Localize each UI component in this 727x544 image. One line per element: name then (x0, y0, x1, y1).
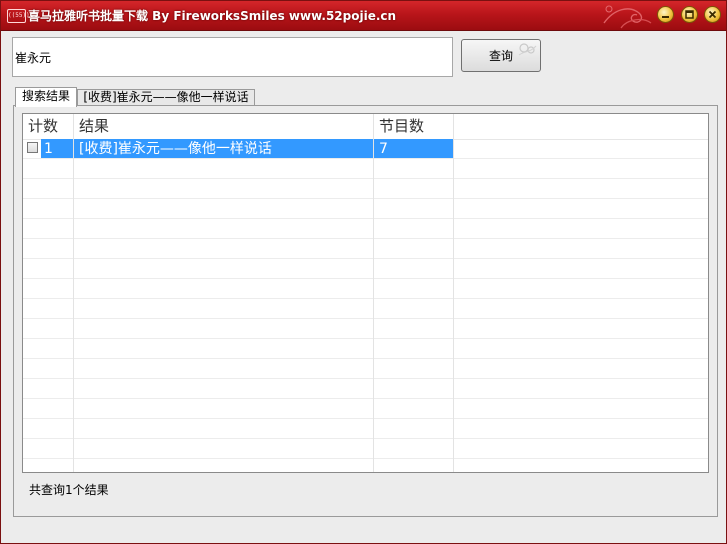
window-title: 喜马拉雅听书批量下载 By FireworksSmiles www.52poji… (28, 9, 397, 23)
close-button[interactable] (704, 6, 721, 23)
result-cell: [收费]崔永元——像他一样说话 (74, 139, 374, 159)
title-bar[interactable]: ((55)) 喜马拉雅听书批量下载 By FireworksSmiles www… (1, 1, 726, 31)
row-count: 1 (41, 139, 74, 159)
search-input[interactable] (12, 37, 453, 77)
count-cell: 1 (23, 139, 74, 159)
app-window: ((55)) 喜马拉雅听书批量下载 By FireworksSmiles www… (0, 0, 727, 544)
app-icon: ((55)) (7, 9, 30, 23)
table-row[interactable]: 1 [收费]崔永元——像他一样说话 7 (23, 139, 708, 159)
list-rows: 1 [收费]崔永元——像他一样说话 7 (23, 139, 708, 472)
list-header: 计数 结果 节目数 (23, 114, 708, 140)
column-header-result[interactable]: 结果 (74, 114, 374, 139)
decorative-swirl-icon (603, 5, 652, 29)
tab-book-detail[interactable]: [收费]崔永元——像他一样说话 (77, 89, 255, 106)
column-header-episodes[interactable]: 节目数 (374, 114, 454, 139)
tab-search-results[interactable]: 搜索结果 (15, 87, 77, 107)
query-button[interactable]: 查询 (461, 39, 541, 72)
decorative-swirl-icon (518, 43, 537, 56)
column-header-filler (454, 114, 708, 139)
query-button-label: 查询 (488, 49, 513, 63)
episodes-cell: 7 (374, 139, 454, 159)
results-list[interactable]: 计数 结果 节目数 1 [收费]崔永元——像他一样说话 7 (22, 113, 709, 473)
column-header-count[interactable]: 计数 (23, 114, 74, 139)
close-icon (708, 10, 717, 19)
status-text: 共查询1个结果 (29, 483, 109, 497)
maximize-button[interactable] (681, 6, 698, 23)
minimize-button[interactable] (657, 6, 674, 23)
minimize-icon (662, 16, 669, 18)
maximize-icon (685, 10, 694, 19)
row-checkbox[interactable] (27, 142, 38, 153)
